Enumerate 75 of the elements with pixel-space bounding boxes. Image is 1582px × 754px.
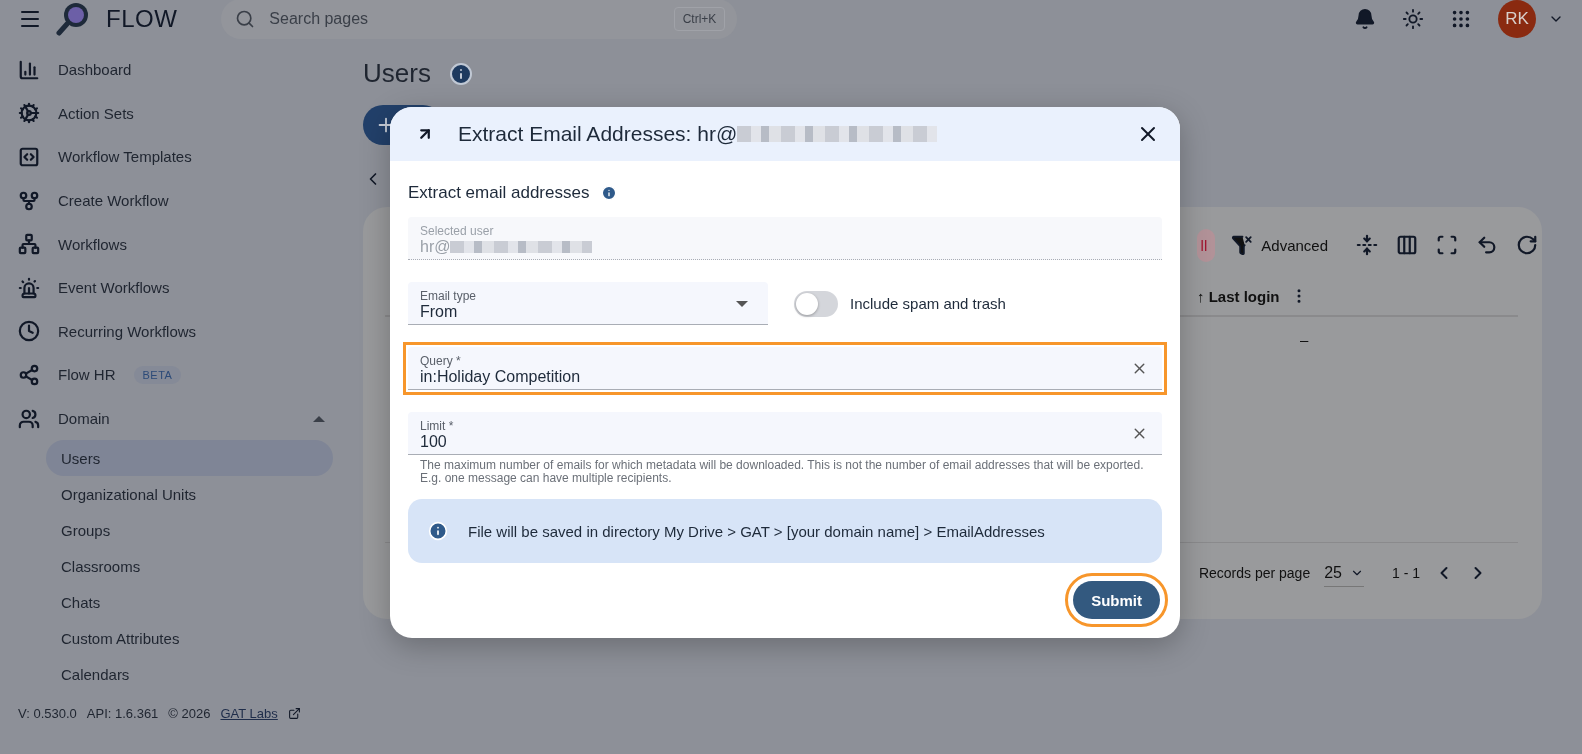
sidebar-icon [18, 189, 40, 212]
sidebar-icon [18, 363, 40, 386]
sidebar-item[interactable]: Dashboard [0, 48, 345, 92]
field-label: Selected user [420, 223, 494, 238]
field-value: 100 [420, 432, 447, 451]
sidebar-icon [18, 233, 40, 256]
columns-icon [1396, 234, 1418, 256]
search-bar[interactable]: Search pages Ctrl+K [221, 0, 738, 39]
sidebar-item[interactable]: Create Workflow [0, 178, 345, 223]
page-title: Users [363, 58, 431, 89]
sidebar-icon [18, 146, 40, 168]
dialog-title: Extract Email Addresses: hr@ [458, 122, 938, 146]
search-input[interactable]: Search pages [267, 9, 662, 29]
toggle-switch[interactable] [794, 290, 838, 317]
table-cell-text: – [1300, 331, 1310, 348]
sidebar-item[interactable]: Recurring Workflows [0, 309, 345, 354]
bell-icon[interactable] [1354, 8, 1376, 30]
sidebar-icon [18, 320, 40, 343]
filter-chip[interactable]: ll [1196, 228, 1216, 262]
field-label: Email type [420, 288, 477, 303]
external-link-icon [287, 707, 301, 721]
fullscreen-icon [1436, 234, 1458, 256]
api-version-text: API: 1.6.361 [86, 706, 159, 722]
density-icon [1356, 234, 1378, 256]
text-field[interactable]: Query * in:Holiday Competition [408, 347, 1162, 390]
toggle-label: Include spam and trash [850, 295, 1006, 312]
sidebar-subitem[interactable]: Calendars [46, 656, 333, 693]
sidebar-item[interactable]: Event Workflows [0, 265, 345, 310]
sidebar-subitem[interactable]: Organizational Units [46, 476, 333, 513]
field-value: hr@ [420, 237, 593, 256]
undo-icon [1476, 234, 1498, 256]
sidebar-item[interactable]: Flow HR BETA [0, 353, 345, 397]
copyright-text: © 2026 [168, 706, 211, 722]
column-header[interactable]: ↑ Last login [1197, 287, 1280, 305]
sun-icon[interactable] [1402, 8, 1424, 30]
alert-text: File will be saved in directory My Drive > GAT > [your domain name] > EmailAddresses [468, 522, 1045, 540]
page-range: 1 - 1 [1392, 565, 1420, 581]
records-per-page-label: Records per page [1198, 565, 1311, 581]
caret-icon[interactable] [313, 415, 325, 422]
sidebar-subitem[interactable]: Custom Attributes [46, 620, 333, 657]
version-text: V: 0.530.0 [18, 706, 77, 722]
sidebar-item[interactable]: Workflows [0, 222, 345, 266]
filter-icon [1231, 234, 1254, 256]
beta-badge: BETA [133, 365, 182, 384]
sidebar-subitem[interactable]: Users [46, 440, 333, 477]
sidebar-icon [18, 102, 40, 125]
sidebar-subitem[interactable]: Chats [46, 584, 333, 621]
helper-text: The maximum number of emails for which metadata will be downloaded. This is not the number of email addresses that will be exported. E.g. one message can have multiple recipients. [420, 459, 1145, 485]
sidebar-icon [18, 276, 40, 299]
sidebar-item[interactable]: Workflow Templates [0, 135, 345, 179]
field-label: Limit * [420, 418, 454, 433]
select-field[interactable]: Email type From [408, 282, 768, 325]
dropdown-arrow-icon [736, 301, 748, 307]
sidebar-icon [18, 407, 40, 430]
user-avatar[interactable]: RK [1498, 0, 1536, 38]
field-value: From [420, 302, 458, 321]
footer-link[interactable]: GAT Labs [220, 706, 278, 722]
per-page-select[interactable]: 25 [1324, 559, 1364, 587]
text-field[interactable]: Limit * 100 [408, 412, 1162, 455]
field-value: in:Holiday Competition [420, 367, 581, 386]
sidebar-item[interactable]: Domain [0, 396, 345, 441]
shortcut-hint: Ctrl+K [673, 7, 726, 31]
info-icon [428, 521, 448, 541]
refresh-icon [1516, 234, 1538, 256]
info-icon[interactable] [448, 61, 473, 86]
section-title: Extract email addresses [408, 183, 590, 203]
search-icon [235, 9, 256, 29]
app-title: FLOW [106, 5, 178, 33]
sidebar-subitem[interactable]: Classrooms [46, 548, 333, 585]
advanced-filter-button[interactable]: Advanced [1225, 233, 1334, 257]
sidebar-item[interactable]: Action Sets [0, 91, 345, 136]
apps-grid-icon[interactable] [1450, 8, 1472, 30]
sidebar-icon [18, 58, 40, 81]
sidebar-subitem[interactable]: Groups [46, 512, 333, 549]
field-label: Query * [420, 353, 461, 368]
